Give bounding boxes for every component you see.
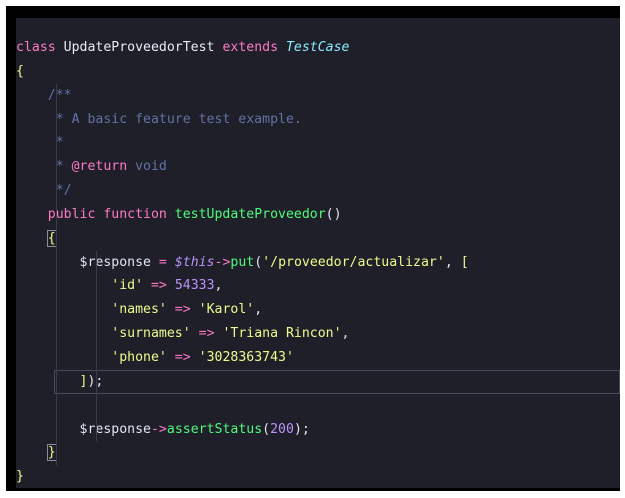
code-token: ( [254, 254, 263, 270]
code-token: => [166, 349, 199, 365]
code-token: () [325, 206, 342, 222]
code-token: 'names' [111, 302, 167, 318]
code-token: public function [16, 206, 175, 222]
code-token: testUpdateProveedor [174, 206, 326, 222]
code-line[interactable] [16, 394, 620, 418]
code-token: '/proveedor/actualizar' [262, 254, 445, 270]
code-token: 'phone' [111, 349, 167, 365]
code-token: $this [174, 254, 215, 270]
code-line[interactable]: } [16, 441, 620, 465]
code-line[interactable]: } [16, 465, 620, 488]
code-editor[interactable]: class UpdateProveedorTest extends TestCa… [16, 18, 620, 488]
code-line[interactable]: 'surnames' => 'Triana Rincon', [16, 322, 620, 346]
code-token: assertStatus [166, 421, 263, 437]
code-token: -> [214, 254, 231, 270]
code-token: [ [460, 254, 469, 270]
code-token: } [46, 444, 57, 462]
code-token: /** [16, 87, 72, 103]
code-line[interactable]: 'id' => 54333, [16, 274, 620, 298]
code-token: 'surnames' [111, 326, 191, 342]
code-line[interactable]: class UpdateProveedorTest extends TestCa… [16, 36, 620, 60]
code-line[interactable]: $response = $this->put('/proveedor/actua… [16, 251, 620, 275]
code-token: 'id' [111, 278, 144, 294]
code-token: put [230, 254, 255, 270]
code-token: $response [16, 421, 151, 437]
code-token: { [46, 229, 57, 247]
code-token: */ [16, 183, 72, 199]
code-token: } [16, 469, 24, 485]
code-token: * [16, 159, 72, 175]
code-token: 54333 [174, 278, 215, 294]
code-token: ); [293, 421, 310, 437]
code-token: 'Karol' [198, 302, 255, 318]
code-token: ( [262, 421, 271, 437]
code-lines: class UpdateProveedorTest extends TestCa… [16, 36, 620, 488]
code-token: => [190, 326, 223, 342]
code-token: $response [16, 254, 159, 270]
code-line[interactable]: * @return void [16, 155, 620, 179]
code-line[interactable]: { [16, 227, 620, 251]
code-token: TestCase [285, 40, 350, 55]
code-token: { [16, 63, 24, 79]
code-token: * A basic feature test example. [16, 111, 302, 127]
code-token: , [341, 326, 350, 342]
code-token: @return [71, 159, 128, 175]
code-line[interactable]: $response->assertStatus(200); [16, 418, 620, 442]
code-line[interactable]: public function testUpdateProveedor() [16, 203, 620, 227]
code-token: UpdateProveedorTest [63, 40, 215, 55]
code-token: => [143, 278, 175, 294]
code-line[interactable]: */ [16, 179, 620, 203]
code-token: , [444, 254, 461, 270]
code-line[interactable]: /** [16, 84, 620, 108]
code-line[interactable]: { [16, 60, 620, 84]
code-line[interactable]: ]); [16, 369, 620, 394]
code-token: extends [214, 40, 286, 55]
code-line[interactable]: * [16, 131, 620, 155]
code-token: 200 [270, 421, 294, 437]
indent-guide [56, 83, 57, 466]
code-token: , [254, 302, 263, 318]
code-token: = [158, 254, 175, 270]
code-token: '3028363743' [198, 349, 294, 365]
screenshot-frame: class UpdateProveedorTest extends TestCa… [6, 6, 620, 491]
code-token: , [214, 278, 223, 294]
indent-guide [96, 250, 97, 442]
code-token: => [166, 302, 199, 318]
code-line[interactable]: * A basic feature test example. [16, 108, 620, 132]
code-token: -> [150, 421, 167, 437]
code-line[interactable]: 'names' => 'Karol', [16, 298, 620, 322]
code-line[interactable]: 'phone' => '3028363743' [16, 346, 620, 370]
code-token: 'Triana Rincon' [222, 326, 342, 342]
code-token: void [127, 159, 167, 175]
code-token: class [16, 40, 64, 55]
